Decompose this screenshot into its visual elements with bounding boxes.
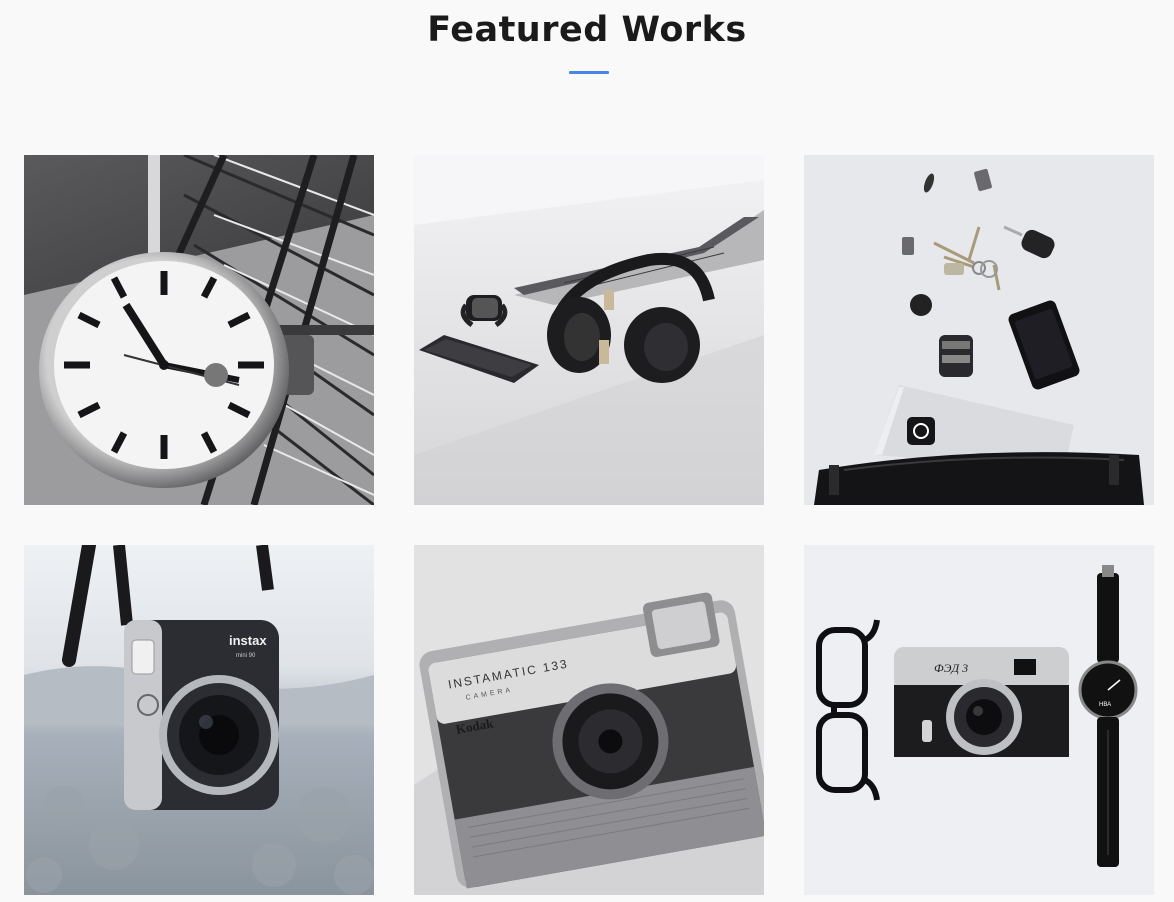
- works-grid: instax mini 90 INSTAMATIC 133 CAMERA Kod…: [24, 155, 1154, 895]
- instax-brand-text: instax: [229, 633, 267, 648]
- title-underline: [569, 71, 609, 74]
- fed3-text: ФЭД 3: [934, 661, 968, 675]
- work-card-keys[interactable]: [804, 155, 1154, 505]
- instax-model-text: mini 90: [236, 653, 256, 659]
- headphones-image: [414, 155, 764, 505]
- work-card-instax[interactable]: instax mini 90: [24, 545, 374, 895]
- section-title: Featured Works: [427, 10, 747, 50]
- instax-image: instax mini 90: [24, 545, 374, 895]
- watch-text: НВА: [1099, 702, 1111, 708]
- featured-works-section: Featured Works instax mini 90 INSTAMATIC…: [0, 0, 1174, 902]
- work-card-fed3[interactable]: ФЭД 3 НВА: [804, 545, 1154, 895]
- fed3-image: ФЭД 3 НВА: [804, 545, 1154, 895]
- keys-image: [804, 155, 1154, 505]
- clock-image: [24, 155, 374, 505]
- work-card-clock[interactable]: [24, 155, 374, 505]
- work-card-headphones[interactable]: [414, 155, 764, 505]
- kodak-image: INSTAMATIC 133 CAMERA Kodak: [414, 545, 764, 895]
- work-card-kodak[interactable]: INSTAMATIC 133 CAMERA Kodak: [414, 545, 764, 895]
